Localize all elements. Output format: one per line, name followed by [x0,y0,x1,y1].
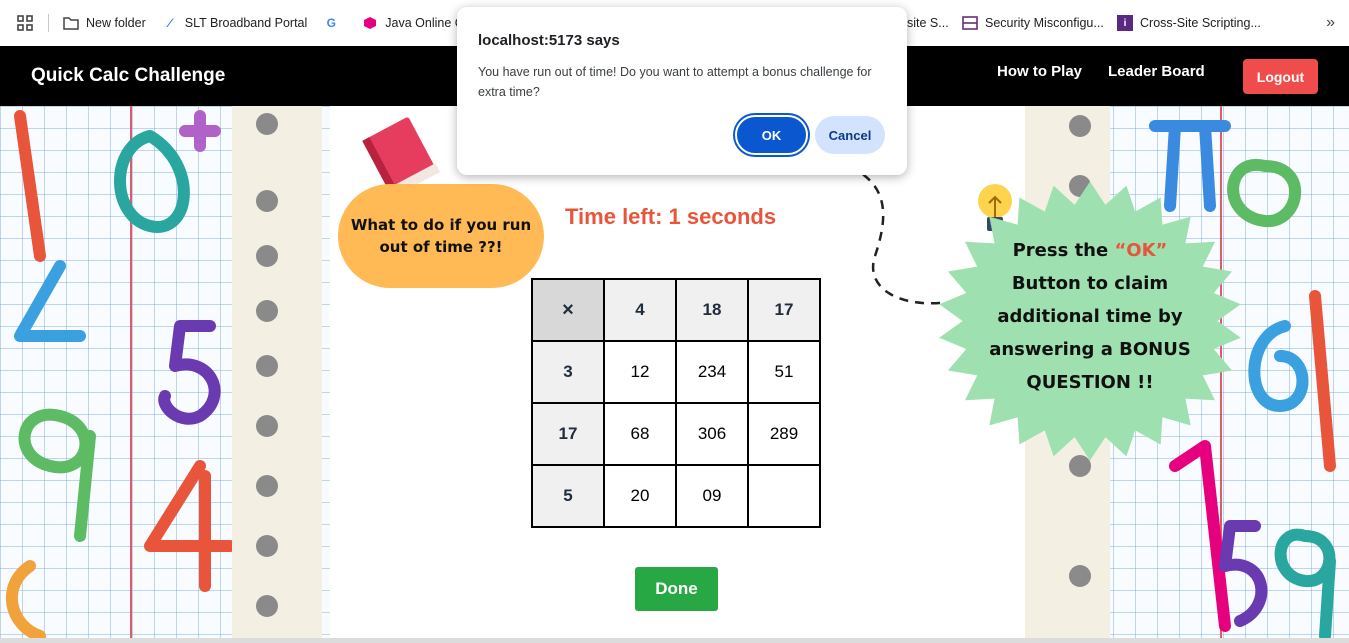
horizontal-scrollbar[interactable] [0,638,1349,643]
grid-row: 3 12 234 51 [531,340,821,404]
bookmark-new-folder[interactable]: New folder [63,15,146,31]
alert-dialog: localhost:5173 says You have run out of … [457,7,907,175]
dialog-title: localhost:5173 says [478,32,620,49]
nav-leader-board[interactable]: Leader Board [1108,63,1205,80]
slt-icon: ⁄ [168,16,171,30]
bookmark-label: Security Misconfigu... [985,16,1104,30]
app-title: Quick Calc Challenge [31,65,226,86]
nav-how-to-play[interactable]: How to Play [997,63,1082,80]
main-content: What to do if you run out of time ??! Ti… [0,106,1349,643]
bookmark-google[interactable]: G [323,15,346,31]
apps-grid-icon[interactable] [14,12,36,34]
bookmark-security[interactable]: Security Misconfigu... [962,15,1104,31]
grid-col-header: 18 [675,278,749,342]
bookmark-slt[interactable]: ⁄ SLT Broadband Portal [162,15,308,31]
grid-cell-input[interactable]: 51 [747,340,821,404]
bookmark-label: site S... [907,16,949,30]
google-icon: G [326,16,336,30]
hint-speech-bubble: What to do if you run out of time ??! [338,184,544,288]
java-cube-icon [362,15,378,31]
done-button[interactable]: Done [635,567,718,611]
security-icon [962,15,978,31]
grid-cell-input[interactable]: 289 [747,402,821,466]
bookmark-label: Cross-Site Scripting... [1140,16,1261,30]
grid-cell-input[interactable]: 234 [675,340,749,404]
grid-cell-input[interactable]: 306 [675,402,749,466]
multiplication-grid: × 4 18 17 3 12 234 51 17 68 306 289 5 20… [531,278,821,528]
dialog-message: You have run out of time! Do you want to… [478,65,872,99]
grid-row-header: 5 [531,464,605,528]
grid-cell-input[interactable]: 12 [603,340,677,404]
grid-cell-input[interactable] [747,464,821,528]
logout-button[interactable]: Logout [1243,59,1318,94]
bonus-hint-text: Press the “OK” Button to claim additiona… [985,234,1195,399]
grid-row-header: 3 [531,340,605,404]
torn-holes-left [256,113,278,617]
grid-header-row: × 4 18 17 [531,278,821,342]
grid-row: 17 68 306 289 [531,402,821,466]
bonus-hint-ok: “OK” [1114,240,1168,261]
dialog-cancel-button[interactable]: Cancel [815,116,885,154]
bookmark-label: SLT Broadband Portal [184,16,308,30]
bookmark-site[interactable]: site S... [907,16,949,30]
timer-text: Time left: 1 seconds [565,204,777,229]
grid-cell-input[interactable]: 09 [675,464,749,528]
bookmark-xss[interactable]: i Cross-Site Scripting... [1117,15,1261,31]
grid-cell-input[interactable]: 20 [603,464,677,528]
bonus-hint-post: Button to claim additional time by answe… [989,273,1191,393]
xss-icon: i [1117,15,1133,31]
grid-row-header: 17 [531,402,605,466]
grid-col-header: 4 [603,278,677,342]
grid-cell-input[interactable]: 68 [603,402,677,466]
grid-corner-operator: × [531,278,605,342]
left-decoration [0,106,330,643]
folder-icon [63,15,79,31]
more-bookmarks-icon[interactable]: » [1326,14,1335,32]
grid-row: 5 20 09 [531,464,821,528]
bonus-hint-pre: Press the [1012,240,1115,261]
bookmark-label: New folder [86,16,146,30]
bookmarks-separator [48,14,49,32]
dialog-ok-button[interactable]: OK [735,115,808,155]
